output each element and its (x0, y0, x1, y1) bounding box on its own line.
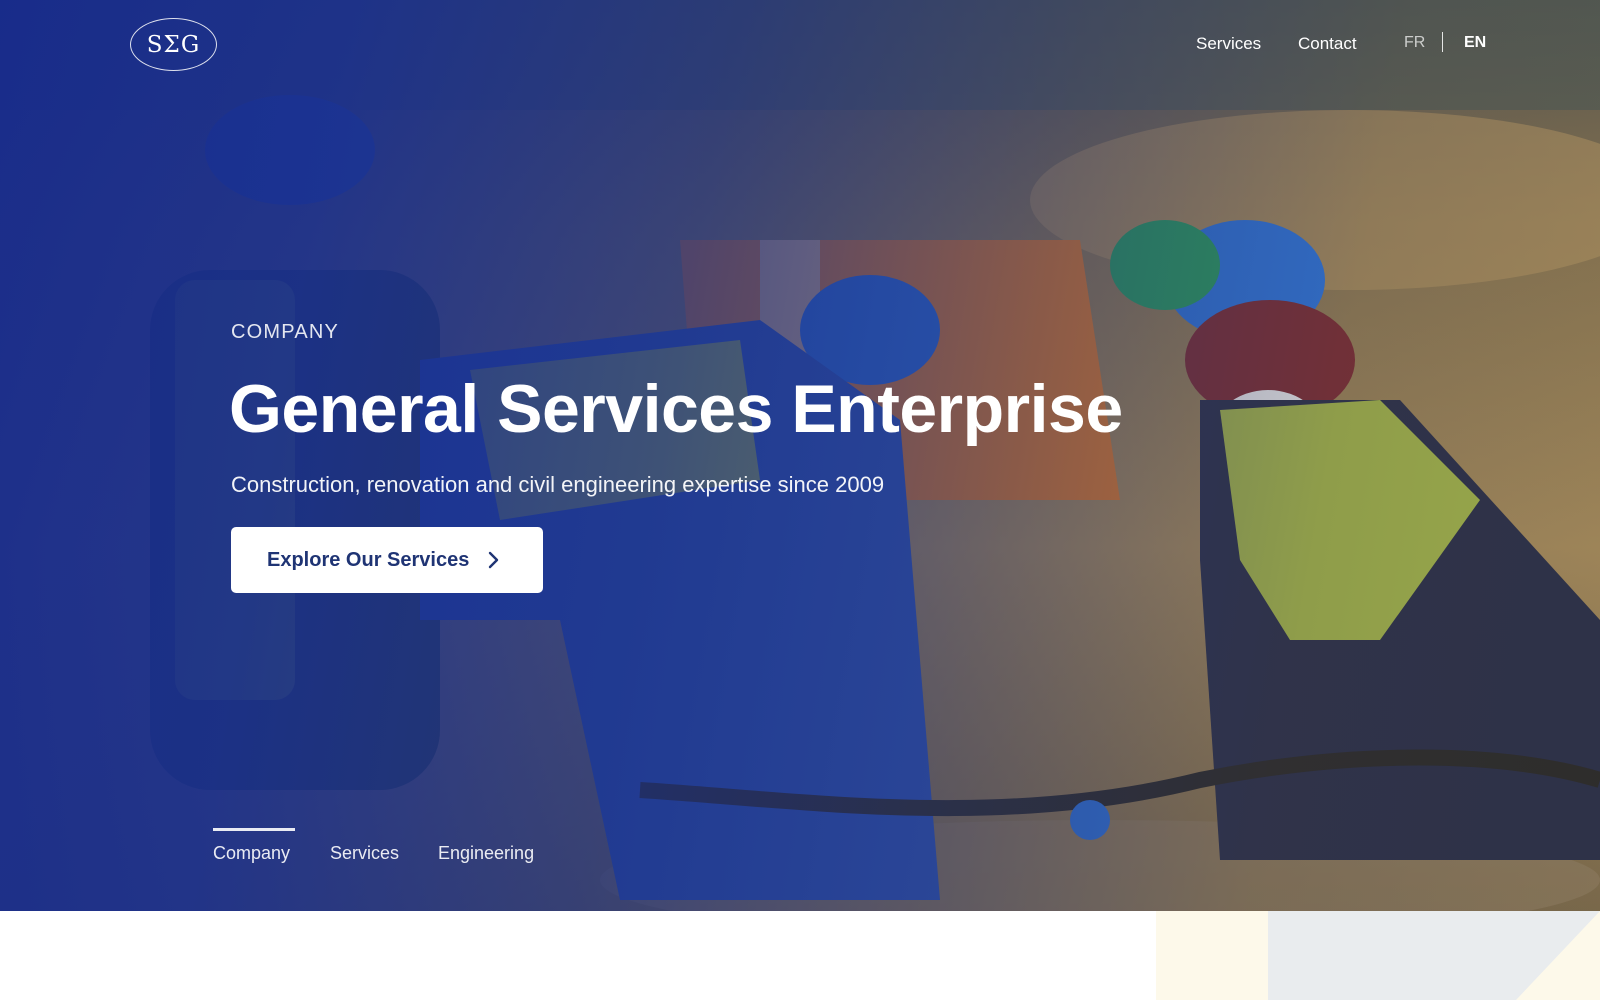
decorative-grey-panel (1268, 911, 1600, 1000)
page-title: General Services Enterprise (229, 371, 1123, 447)
chevron-right-icon (489, 551, 499, 569)
tab-company[interactable]: Company (213, 843, 290, 864)
language-divider (1442, 32, 1443, 52)
company-logo[interactable]: SΣG (130, 18, 217, 71)
tab-active-indicator (213, 828, 295, 831)
tab-services[interactable]: Services (330, 843, 399, 864)
hero-subtitle: Construction, renovation and civil engin… (231, 472, 885, 497)
nav-link-services[interactable]: Services (1196, 34, 1261, 54)
language-fr[interactable]: FR (1404, 34, 1425, 52)
decorative-cream-panel (1156, 911, 1268, 1000)
hero-eyebrow: COMPANY (231, 321, 340, 343)
hero-blue-overlay (0, 0, 1600, 911)
explore-services-label: Explore Our Services (267, 548, 470, 571)
language-en[interactable]: EN (1464, 34, 1486, 52)
nav-link-contact[interactable]: Contact (1298, 34, 1357, 54)
tab-engineering[interactable]: Engineering (438, 843, 534, 864)
explore-services-button[interactable]: Explore Our Services (231, 527, 543, 593)
hero-section: SΣG Services Contact FR EN COMPANY Gener… (0, 0, 1600, 911)
